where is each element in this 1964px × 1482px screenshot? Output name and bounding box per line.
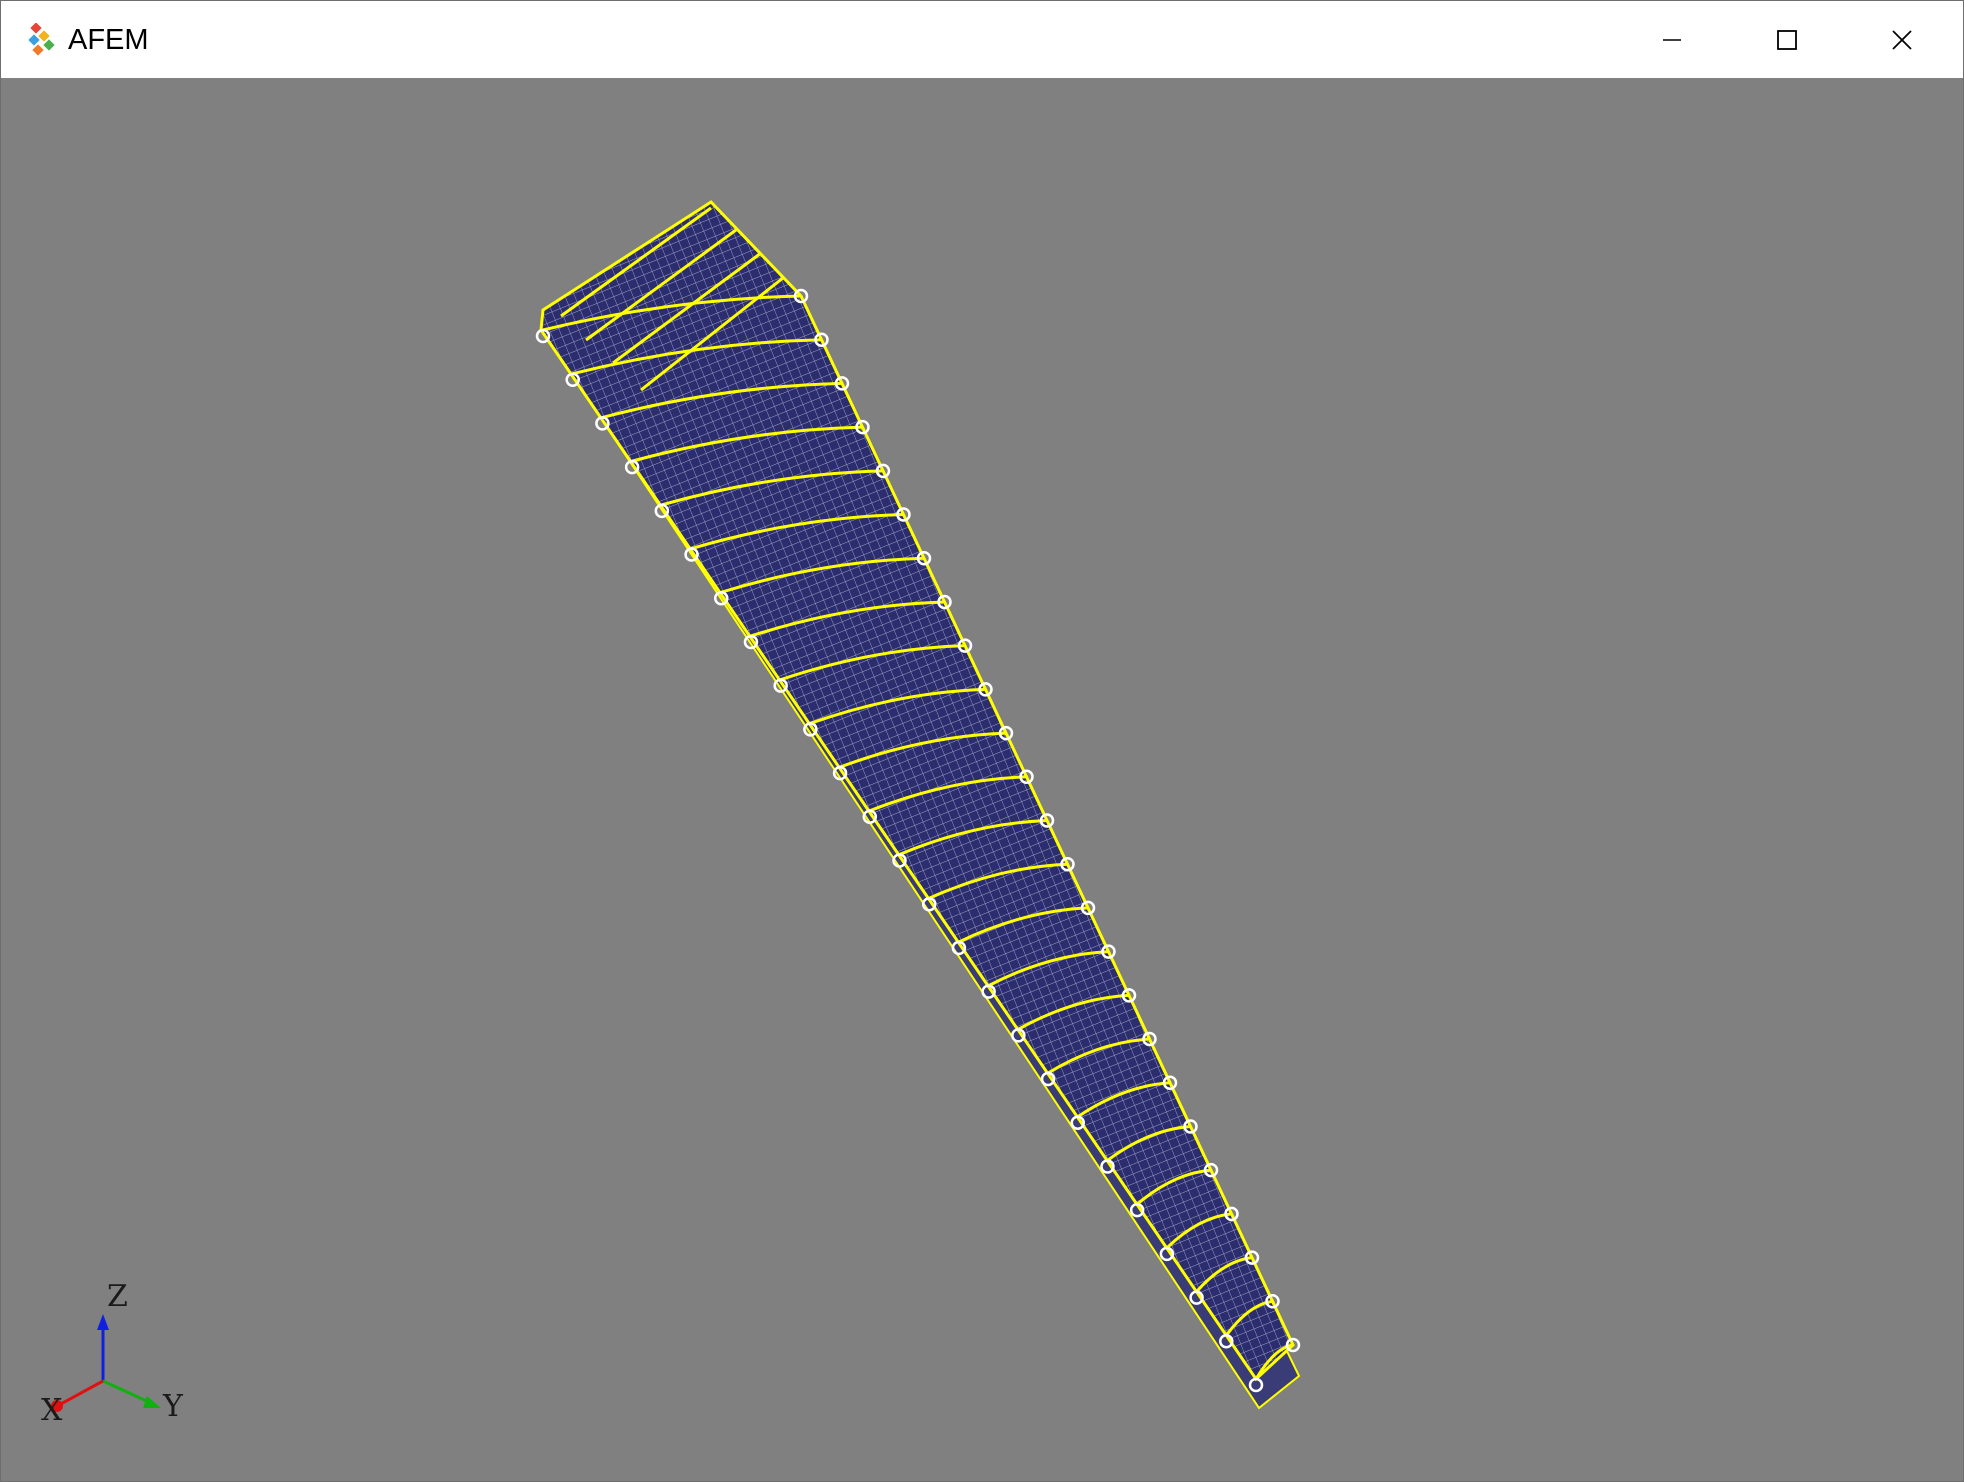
minimize-icon [1662,38,1681,41]
axis-triad: Z Y X [41,1279,184,1428]
y-axis [102,1379,152,1405]
minimize-button[interactable] [1614,1,1729,78]
maximize-button[interactable] [1729,1,1844,78]
y-axis-label: Y [162,1389,184,1424]
app-window: AFEM Z Y X [0,0,1964,1482]
y-axis-arrow [143,1396,161,1408]
window-title: AFEM [68,24,149,56]
3d-viewport[interactable]: Z Y X [1,78,1963,1481]
x-axis-label: X [41,1393,63,1428]
maximize-icon [1776,29,1797,50]
z-axis-label: Z [107,1279,128,1314]
close-icon [1891,29,1912,50]
z-axis-arrow [97,1314,109,1330]
title-bar[interactable]: AFEM [1,1,1963,78]
x-axis [58,1379,104,1407]
afem-logo-icon [28,23,55,56]
close-button[interactable] [1844,1,1959,78]
